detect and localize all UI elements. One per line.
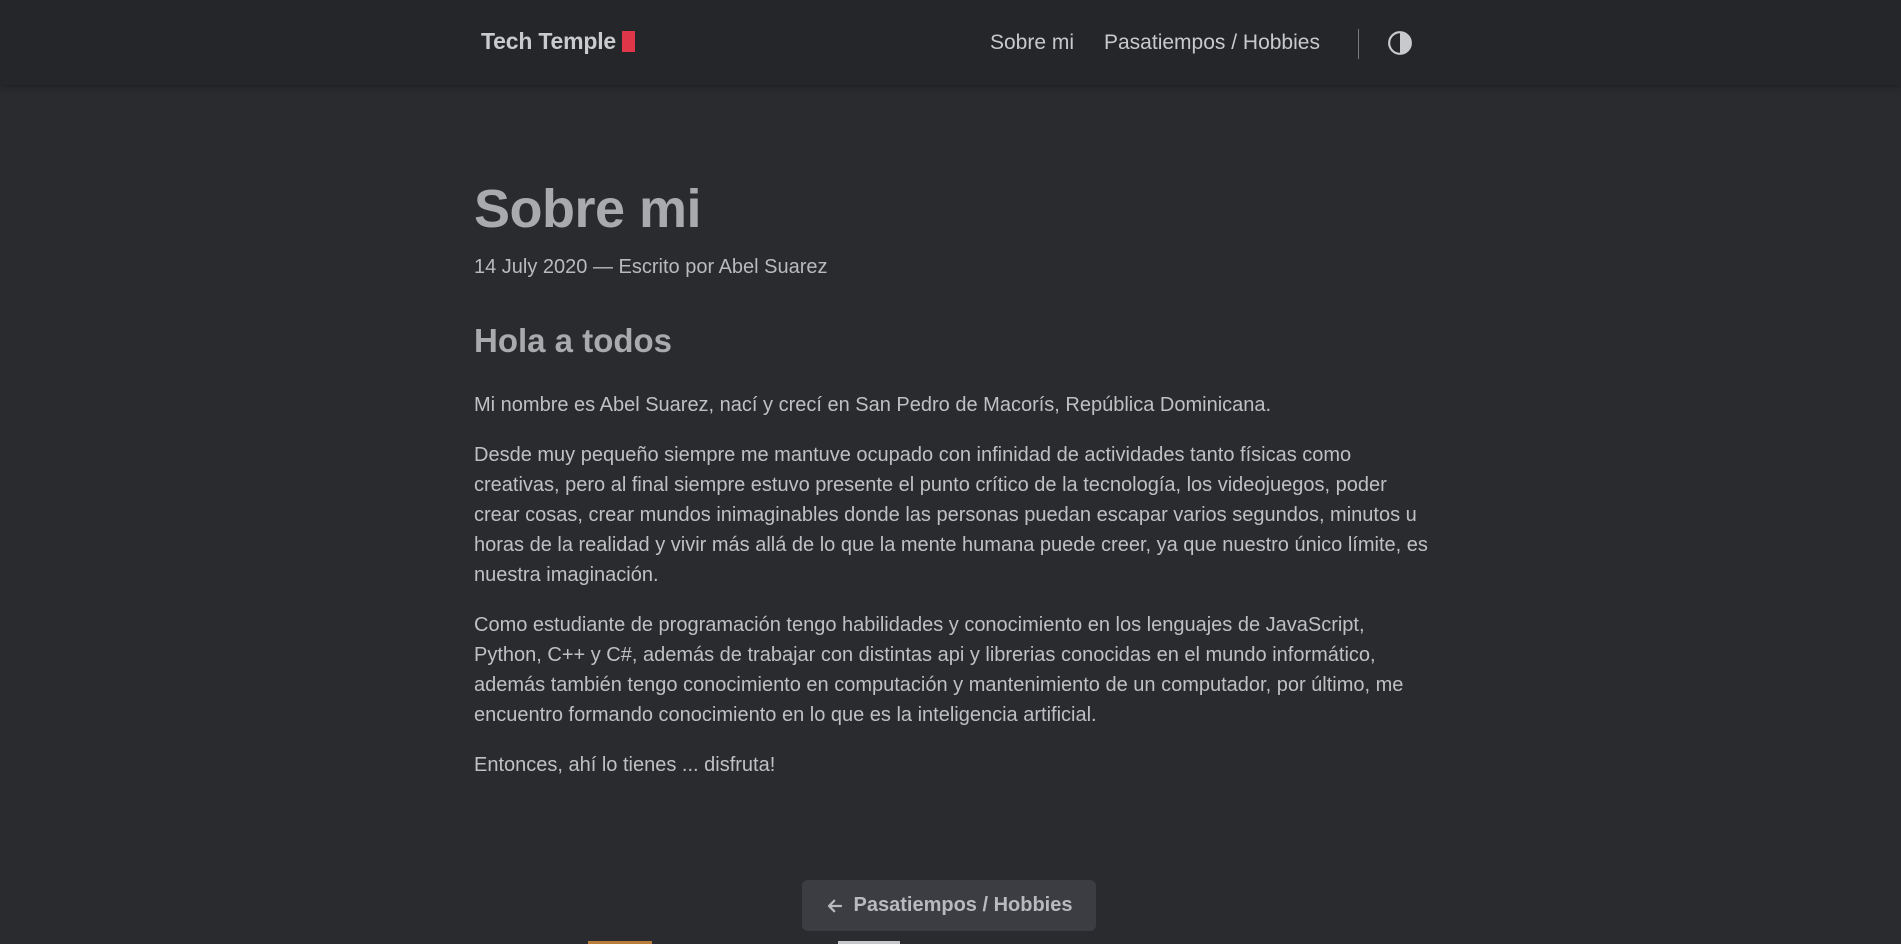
main-navigation: Sobre mi Pasatiempos / Hobbies xyxy=(0,0,1901,85)
article-paragraph: Mi nombre es Abel Suarez, nací y crecí e… xyxy=(474,394,1272,416)
nav-divider xyxy=(1358,29,1359,59)
article-heading: Hola a todos xyxy=(474,322,673,359)
previous-post-label: Pasatiempos / Hobbies xyxy=(853,894,1073,916)
article-paragraph: Entonces, ahí lo tienes ... disfruta! xyxy=(474,754,776,776)
nav-link-sobre-mi[interactable]: Sobre mi xyxy=(990,31,1074,55)
previous-post-button[interactable]: Pasatiempos / Hobbies xyxy=(802,880,1096,931)
site-header: Tech Temple Sobre mi Pasatiempos / Hobbi… xyxy=(0,0,1901,85)
arrow-left-icon xyxy=(827,899,842,912)
article-meta: 14 July 2020 — Escrito por Abel Suarez xyxy=(474,256,828,278)
page: Tech Temple Sobre mi Pasatiempos / Hobbi… xyxy=(0,0,1901,944)
theme-toggle-button[interactable] xyxy=(1387,30,1413,56)
nav-link-hobbies[interactable]: Pasatiempos / Hobbies xyxy=(1104,31,1320,55)
contrast-icon xyxy=(1388,31,1412,55)
page-title: Sobre mi xyxy=(474,179,702,239)
article-paragraph: Desde muy pequeño siempre me mantuve ocu… xyxy=(474,444,1428,586)
article-paragraph: Como estudiante de programación tengo ha… xyxy=(474,614,1404,726)
